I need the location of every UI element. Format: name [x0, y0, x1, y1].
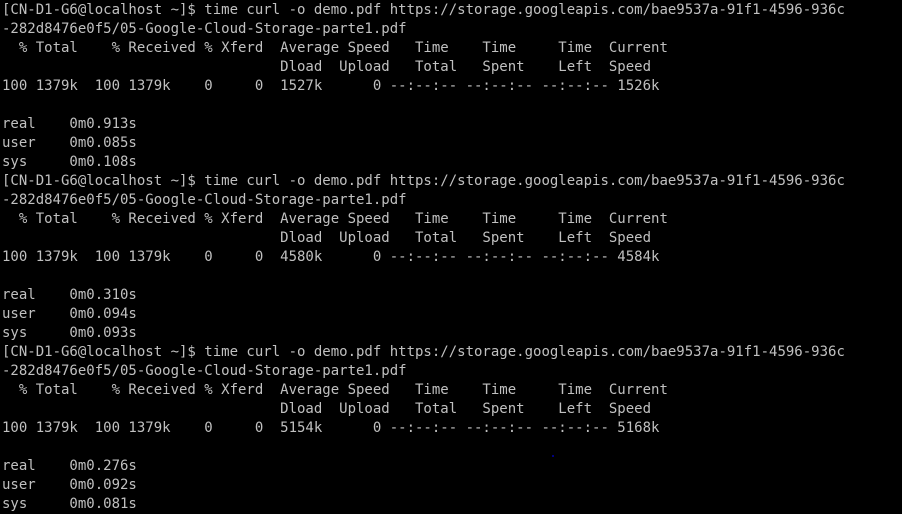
shell-prompt-command: [CN-D1-G6@localhost ~]$ time curl -o dem… — [2, 344, 845, 360]
command-block-1: [CN-D1-G6@localhost ~]$ time curl -o dem… — [2, 1, 902, 172]
curl-header-line-1: % Total % Received % Xferd Average Speed… — [2, 382, 668, 398]
shell-prompt-command: [CN-D1-G6@localhost ~]$ time curl -o dem… — [2, 173, 845, 189]
time-sys: sys 0m0.093s — [2, 325, 137, 341]
curl-header-line-1: % Total % Received % Xferd Average Speed… — [2, 40, 668, 56]
curl-header-line-2: Dload Upload Total Spent Left Speed — [2, 230, 652, 246]
command-wrap-line: -282d8476e0f5/05-Google-Cloud-Storage-pa… — [2, 21, 407, 37]
time-sys: sys 0m0.081s — [2, 496, 137, 512]
curl-header-line-1: % Total % Received % Xferd Average Speed… — [2, 211, 668, 227]
command-block-2: [CN-D1-G6@localhost ~]$ time curl -o dem… — [2, 172, 902, 343]
curl-progress-line: 100 1379k 100 1379k 0 0 5154k 0 --:--:--… — [2, 420, 660, 436]
command-wrap-line: -282d8476e0f5/05-Google-Cloud-Storage-pa… — [2, 192, 407, 208]
stray-pixel — [552, 455, 554, 457]
time-sys: sys 0m0.108s — [2, 154, 137, 170]
time-real: real 0m0.913s — [2, 116, 137, 132]
curl-header-line-2: Dload Upload Total Spent Left Speed — [2, 59, 652, 75]
curl-progress-line: 100 1379k 100 1379k 0 0 4580k 0 --:--:--… — [2, 249, 660, 265]
time-real: real 0m0.276s — [2, 458, 137, 474]
command-block-3: [CN-D1-G6@localhost ~]$ time curl -o dem… — [2, 343, 902, 514]
time-user: user 0m0.094s — [2, 306, 137, 322]
time-real: real 0m0.310s — [2, 287, 137, 303]
terminal-window[interactable]: [CN-D1-G6@localhost ~]$ time curl -o dem… — [0, 0, 902, 514]
time-user: user 0m0.092s — [2, 477, 137, 493]
command-wrap-line: -282d8476e0f5/05-Google-Cloud-Storage-pa… — [2, 363, 407, 379]
time-user: user 0m0.085s — [2, 135, 137, 151]
curl-header-line-2: Dload Upload Total Spent Left Speed — [2, 401, 652, 417]
shell-prompt-command: [CN-D1-G6@localhost ~]$ time curl -o dem… — [2, 2, 845, 18]
curl-progress-line: 100 1379k 100 1379k 0 0 1527k 0 --:--:--… — [2, 78, 660, 94]
